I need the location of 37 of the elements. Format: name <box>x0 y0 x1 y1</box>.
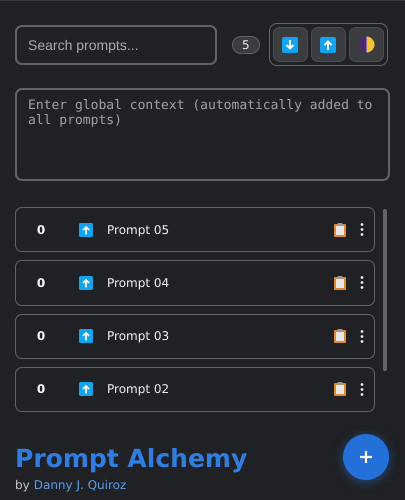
clipboard-icon[interactable] <box>334 382 346 396</box>
prompt-count: 5 <box>232 36 260 54</box>
clipboard-icon[interactable] <box>334 276 346 290</box>
more-icon[interactable] <box>360 223 364 236</box>
clipboard-icon[interactable] <box>334 222 346 237</box>
app-title: Prompt Alchemy <box>15 444 248 473</box>
import-button[interactable] <box>272 27 308 62</box>
more-icon[interactable] <box>360 276 364 290</box>
up-arrow-icon <box>79 276 93 290</box>
usage-count: 0 <box>36 276 46 290</box>
scrollbar[interactable] <box>383 209 387 371</box>
plus-icon <box>360 451 372 463</box>
theme-button[interactable] <box>348 27 384 62</box>
byline-label: by <box>15 478 30 492</box>
search-field[interactable]: Search prompts... <box>15 24 217 64</box>
usage-count: 0 <box>36 329 46 344</box>
export-button[interactable] <box>310 27 346 62</box>
add-button[interactable] <box>343 434 389 480</box>
up-arrow-icon <box>79 382 93 396</box>
prompt-item[interactable]: 0 Prompt 03 <box>15 314 375 359</box>
up-arrow-icon <box>79 329 93 344</box>
prompt-title: Prompt 02 <box>107 382 170 396</box>
prompt-item[interactable]: 0 Prompt 04 <box>15 260 375 306</box>
half-moon-icon <box>358 36 375 53</box>
usage-count: 0 <box>36 382 46 396</box>
prompt-title: Prompt 05 <box>107 222 170 237</box>
more-icon[interactable] <box>360 382 364 396</box>
prompt-item[interactable]: 0 Prompt 05 <box>15 207 375 252</box>
usage-count: 0 <box>36 222 46 237</box>
prompt-title: Prompt 04 <box>107 276 170 290</box>
up-arrow-icon <box>79 222 93 237</box>
author-link[interactable]: Danny J. Quiroz <box>34 478 126 492</box>
prompt-item[interactable]: 0 Prompt 02 <box>15 366 375 412</box>
context-field[interactable]: Enter global context (automatically added to all prompts) <box>15 88 390 181</box>
prompt-title: Prompt 03 <box>107 329 170 344</box>
more-icon[interactable] <box>360 330 364 343</box>
clipboard-icon[interactable] <box>334 329 346 344</box>
